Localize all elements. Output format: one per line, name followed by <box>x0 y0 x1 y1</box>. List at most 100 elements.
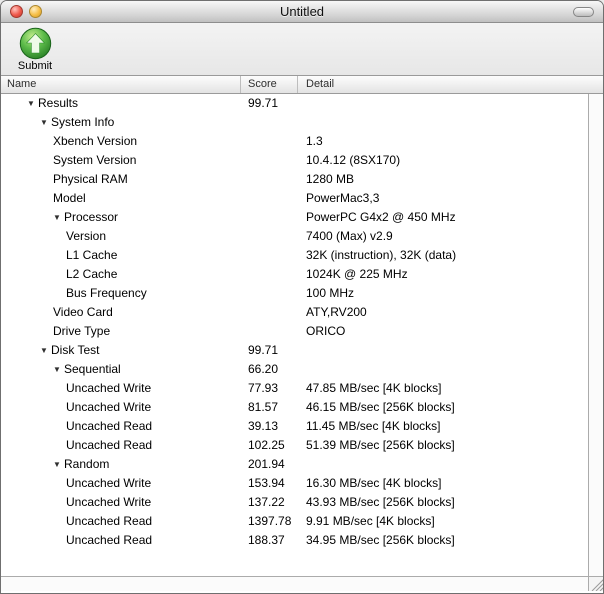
row-detail: 32K (instruction), 32K (data) <box>306 248 457 262</box>
row-detail: 43.93 MB/sec [256K blocks] <box>306 495 455 509</box>
row-score <box>241 227 298 246</box>
table-row[interactable]: L2 Cache 1024K @ 225 MHz <box>1 265 588 284</box>
table-row[interactable]: Version 7400 (Max) v2.9 <box>1 227 588 246</box>
row-name-label: Uncached Read <box>66 419 153 433</box>
table-row[interactable]: Model PowerMac3,3 <box>1 189 588 208</box>
row-name-label: Model <box>53 191 86 205</box>
row-score <box>241 151 298 170</box>
table-row[interactable]: Uncached Write 81.57 46.15 MB/sec [256K bl… <box>1 398 588 417</box>
row-detail: 46.15 MB/sec [256K blocks] <box>306 400 455 414</box>
row-score: 77.93 <box>248 381 279 395</box>
row-name-label: Version <box>66 229 107 243</box>
disclosure-triangle-icon[interactable]: ▼ <box>53 360 64 379</box>
row-detail <box>298 94 588 113</box>
table-row[interactable]: ▼ Processor PowerPC G4x2 @ 450 MHz <box>1 208 588 227</box>
table-row[interactable]: ▼ System Info <box>1 113 588 132</box>
resize-grip-lines-icon <box>591 579 603 592</box>
table-row[interactable]: Uncached Read 188.37 34.95 MB/sec [256K bl… <box>1 531 588 550</box>
table-row[interactable]: Uncached Read 102.25 51.39 MB/sec [256K bl… <box>1 436 588 455</box>
row-name-cell: Uncached Read <box>1 436 241 455</box>
disclosure-triangle-icon[interactable]: ▼ <box>40 113 51 132</box>
row-score: 66.20 <box>248 362 279 376</box>
row-detail: 1.3 <box>306 134 323 148</box>
minimize-button[interactable] <box>29 5 42 18</box>
submit-label: Submit <box>17 60 53 72</box>
row-score: 188.37 <box>248 533 285 547</box>
row-detail <box>298 360 588 379</box>
row-name-label: Physical RAM <box>53 172 128 186</box>
toolbar: Submit <box>1 23 603 76</box>
disclosure-triangle-icon[interactable]: ▼ <box>53 455 64 474</box>
window: Untitled Submit Name Score Detail ▼ Resu… <box>0 0 604 594</box>
table-row[interactable]: ▼ Random 201.94 <box>1 455 588 474</box>
row-name-cell: Bus Frequency <box>1 284 241 303</box>
table-row[interactable]: Uncached Write 77.93 47.85 MB/sec [4K bloc… <box>1 379 588 398</box>
row-detail: 1024K @ 225 MHz <box>306 267 408 281</box>
row-name-label: Random <box>64 457 110 471</box>
table-row[interactable]: System Version 10.4.12 (8SX170) <box>1 151 588 170</box>
table-row[interactable]: Uncached Write 137.22 43.93 MB/sec [256K b… <box>1 493 588 512</box>
disclosure-triangle-icon[interactable]: ▼ <box>40 341 51 360</box>
row-score <box>241 189 298 208</box>
submit-button[interactable]: Submit <box>9 27 61 72</box>
row-name-label: System Info <box>51 115 115 129</box>
row-score: 137.22 <box>248 495 285 509</box>
row-name-label: Uncached Read <box>66 514 153 528</box>
table-row[interactable]: Physical RAM 1280 MB <box>1 170 588 189</box>
row-detail: PowerPC G4x2 @ 450 MHz <box>306 210 456 224</box>
row-detail: 9.91 MB/sec [4K blocks] <box>306 514 435 528</box>
row-name-cell: ▼ System Info <box>1 113 241 132</box>
row-name-label: Results <box>38 96 79 110</box>
table-row[interactable]: Uncached Read 1397.78 9.91 MB/sec [4K bloc… <box>1 512 588 531</box>
row-name-cell: Uncached Read <box>1 512 241 531</box>
table-row[interactable]: Xbench Version 1.3 <box>1 132 588 151</box>
table-row[interactable]: ▼ Results 99.71 <box>1 94 588 113</box>
row-detail: 1280 MB <box>306 172 355 186</box>
row-score <box>241 246 298 265</box>
row-score <box>241 284 298 303</box>
table-row[interactable]: Video Card ATY,RV200 <box>1 303 588 322</box>
table-row[interactable]: Bus Frequency 100 MHz <box>1 284 588 303</box>
row-name-label: System Version <box>53 153 137 167</box>
row-score <box>241 322 298 341</box>
column-header-score[interactable]: Score <box>241 76 298 93</box>
toolbar-toggle-pill[interactable] <box>573 7 594 17</box>
table-row[interactable]: Uncached Read 39.13 11.45 MB/sec [4K block… <box>1 417 588 436</box>
row-name-label: Uncached Write <box>66 400 152 414</box>
row-name-cell: Uncached Write <box>1 474 241 493</box>
table-row[interactable]: ▼ Sequential 66.20 <box>1 360 588 379</box>
row-score: 1397.78 <box>248 514 292 528</box>
table-row[interactable]: Drive Type ORICO <box>1 322 588 341</box>
row-name-label: L1 Cache <box>66 248 118 262</box>
close-button[interactable] <box>10 5 23 18</box>
row-score: 99.71 <box>248 343 279 357</box>
row-name-cell: Xbench Version <box>1 132 241 151</box>
table-row[interactable]: ▼ Disk Test 99.71 <box>1 341 588 360</box>
row-detail <box>298 455 588 474</box>
row-name-cell: Uncached Write <box>1 379 241 398</box>
table-row[interactable]: L1 Cache 32K (instruction), 32K (data) <box>1 246 588 265</box>
row-name-label: L2 Cache <box>66 267 118 281</box>
column-header-name[interactable]: Name <box>1 76 241 93</box>
row-name-cell: Uncached Write <box>1 493 241 512</box>
titlebar[interactable]: Untitled <box>1 1 603 23</box>
row-score: 99.71 <box>248 96 279 110</box>
resize-grip[interactable] <box>588 577 603 592</box>
row-name-label: Uncached Write <box>66 476 152 490</box>
horizontal-scrollbar[interactable] <box>1 576 603 592</box>
row-name-label: Xbench Version <box>53 134 138 148</box>
table-row[interactable]: Uncached Write 153.94 16.30 MB/sec [4K blo… <box>1 474 588 493</box>
row-score: 81.57 <box>248 400 279 414</box>
row-name-label: Uncached Read <box>66 533 153 547</box>
disclosure-triangle-icon[interactable]: ▼ <box>53 208 64 227</box>
window-title: Untitled <box>279 4 325 19</box>
column-header-detail[interactable]: Detail <box>298 76 603 93</box>
row-name-label: Processor <box>64 210 119 224</box>
row-detail: 51.39 MB/sec [256K blocks] <box>306 438 455 452</box>
row-detail: 34.95 MB/sec [256K blocks] <box>306 533 455 547</box>
vertical-scrollbar[interactable] <box>588 94 603 576</box>
row-detail <box>298 113 588 132</box>
row-name-cell: System Version <box>1 151 241 170</box>
disclosure-triangle-icon[interactable]: ▼ <box>27 94 38 113</box>
row-detail <box>298 341 588 360</box>
